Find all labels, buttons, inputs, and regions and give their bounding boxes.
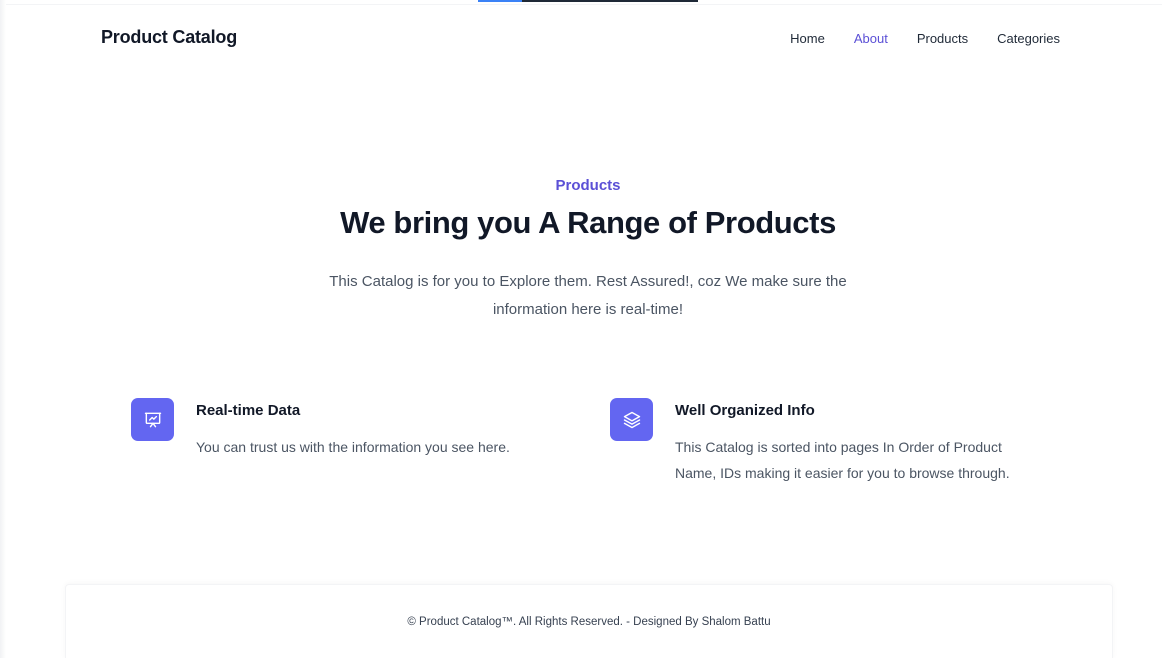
feature-title: Real-time Data xyxy=(196,402,301,419)
nav-products[interactable]: Products xyxy=(917,31,968,46)
nav-categories[interactable]: Categories xyxy=(997,31,1060,46)
feature-description: You can trust us with the information yo… xyxy=(196,439,510,455)
feature-icon-box xyxy=(131,398,174,441)
feature-description: This Catalog is sorted into pages In Ord… xyxy=(675,439,1010,481)
footer-copyright: © Product Catalog™. All Rights Reserved.… xyxy=(407,616,771,628)
presentation-chart-icon xyxy=(144,412,161,427)
hero-title: We bring you A Range of Products xyxy=(340,205,836,240)
progress-fill xyxy=(478,0,522,2)
hero-eyebrow: Products xyxy=(555,177,621,194)
left-edge-shadow xyxy=(0,0,6,658)
loading-progress-bar xyxy=(478,0,698,3)
page: Product Catalog Home About Products Cate… xyxy=(0,0,1162,658)
feature-icon-box xyxy=(610,398,653,441)
main-nav: Home About Products Categories xyxy=(790,31,1060,46)
progress-track xyxy=(522,0,698,2)
footer: © Product Catalog™. All Rights Reserved.… xyxy=(65,584,1113,658)
nav-about[interactable]: About xyxy=(854,31,888,46)
feature-title: Well Organized Info xyxy=(675,402,815,419)
hero-subtitle: This Catalog is for you to Explore them.… xyxy=(329,273,847,318)
layers-icon xyxy=(623,411,640,428)
nav-home[interactable]: Home xyxy=(790,31,825,46)
header-divider xyxy=(6,4,1162,5)
brand-logo-text[interactable]: Product Catalog xyxy=(101,27,237,48)
